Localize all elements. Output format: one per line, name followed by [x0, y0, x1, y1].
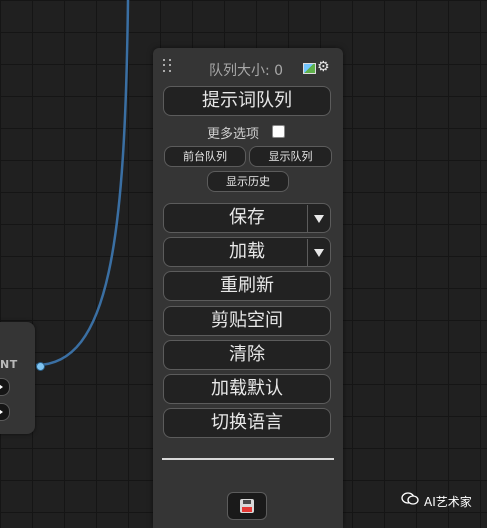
floppy-disk-icon: [240, 499, 254, 513]
chevron-down-icon: [314, 215, 324, 223]
save-button-label: 保存: [229, 207, 265, 228]
drag-handle-icon[interactable]: [163, 59, 171, 73]
play-icon: [0, 382, 3, 392]
gear-icon[interactable]: ⚙: [317, 58, 330, 76]
load-button-label: 加载: [229, 241, 265, 262]
node-output-label: NT: [0, 358, 18, 371]
load-button[interactable]: 加载: [163, 237, 331, 267]
queue-size-label: 队列大小: 0: [209, 63, 284, 79]
refresh-button[interactable]: 重刷新: [163, 271, 331, 301]
node-play-button[interactable]: [0, 403, 10, 421]
wechat-icon: [401, 492, 419, 505]
clipspace-button[interactable]: 剪贴空间: [163, 306, 331, 336]
queue-menu-panel: 队列大小: 0 ⚙ 提示词队列 更多选项 前台队列 显示队列 显示历史 保存 加…: [153, 48, 343, 528]
view-queue-button[interactable]: 显示队列: [249, 146, 332, 167]
load-default-button[interactable]: 加载默认: [163, 374, 331, 404]
chevron-down-icon: [314, 249, 324, 257]
graph-node[interactable]: NT: [0, 322, 45, 434]
queue-prompt-button[interactable]: 提示词队列: [163, 86, 331, 116]
save-split-button: 保存: [163, 203, 331, 233]
load-dropdown-toggle[interactable]: [307, 239, 330, 267]
save-dropdown-toggle[interactable]: [307, 205, 330, 233]
more-options-label: 更多选项: [207, 127, 260, 142]
view-history-button[interactable]: 显示历史: [207, 171, 289, 192]
more-options-checkbox[interactable]: [272, 125, 285, 138]
node-output-slot[interactable]: [36, 362, 45, 371]
node-play-button[interactable]: [0, 378, 10, 396]
queue-front-button[interactable]: 前台队列: [164, 146, 246, 167]
image-icon[interactable]: [303, 63, 316, 74]
play-icon: [0, 407, 3, 417]
watermark-text: AI艺术家: [424, 495, 472, 509]
load-split-button: 加载: [163, 237, 331, 267]
save-button[interactable]: 保存: [163, 203, 331, 233]
save-icon-button[interactable]: [227, 492, 267, 520]
panel-divider: [162, 458, 334, 460]
clear-button[interactable]: 清除: [163, 340, 331, 370]
switch-language-button[interactable]: 切换语言: [163, 408, 331, 438]
